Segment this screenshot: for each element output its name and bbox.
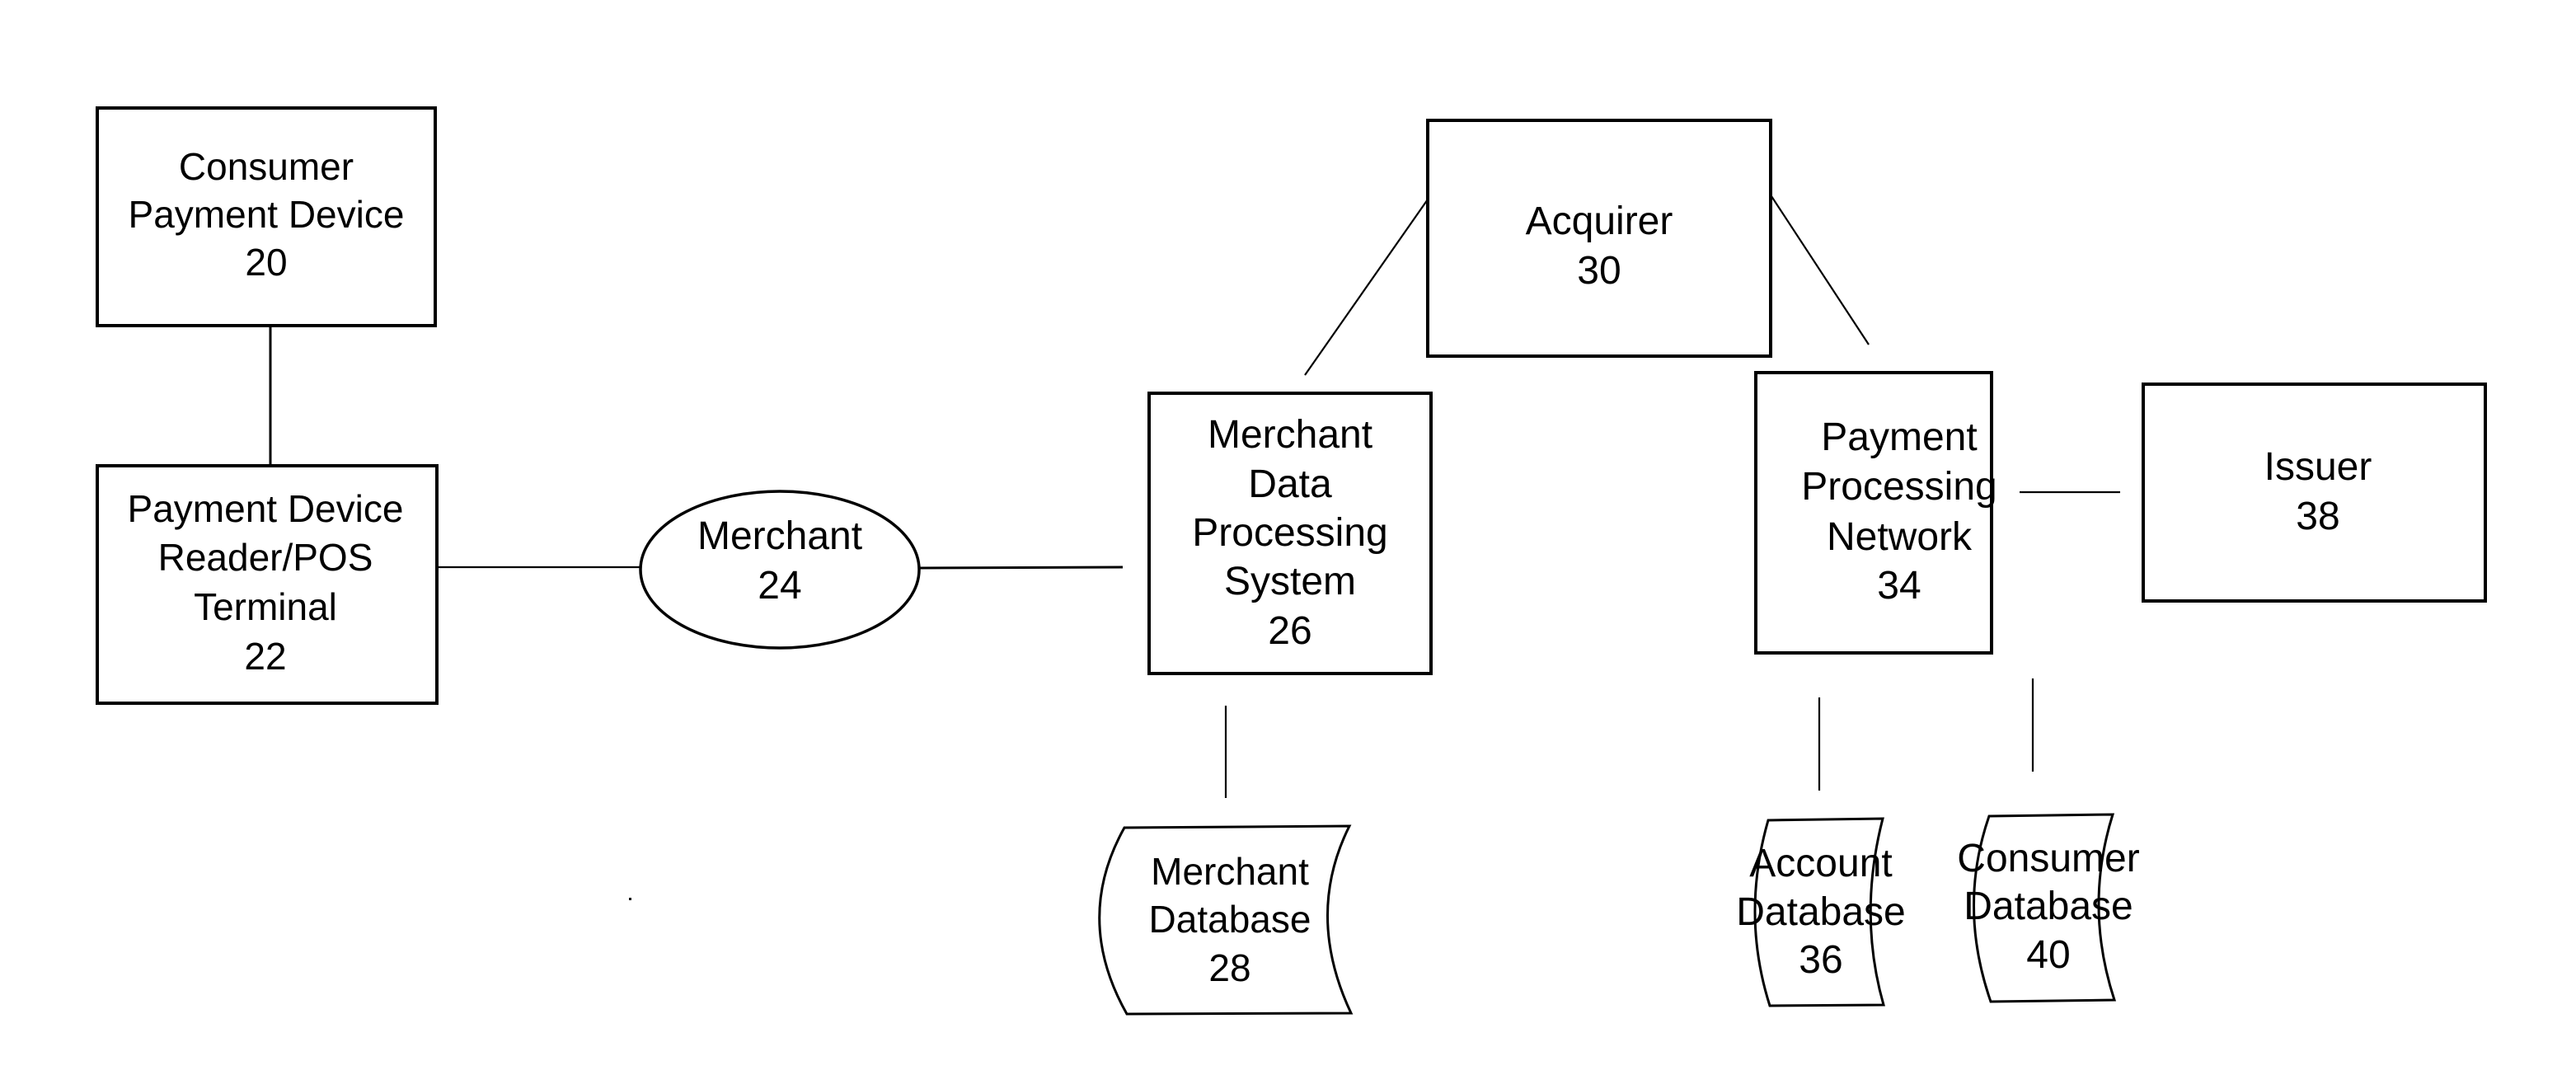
merchant-label: Merchant xyxy=(697,514,862,558)
merchant-database-label-line2: Database xyxy=(1149,898,1311,941)
merchant-data-processing-label-line4: System xyxy=(1224,560,1356,603)
node-consumer-database: Consumer Database 40 xyxy=(1957,813,2140,1003)
merchant-data-processing-label-line3: Processing xyxy=(1192,511,1387,555)
edge-merchant-data-processing-to-acquirer xyxy=(1304,196,1430,376)
pos-terminal-label-line3: Terminal xyxy=(194,585,337,628)
payment-processing-network-box xyxy=(1754,371,1993,655)
issuer-ref-number: 38 xyxy=(2296,495,2339,538)
pos-terminal-label-line2: Reader/POS xyxy=(158,536,373,579)
consumer-payment-device-label-line2: Payment Device xyxy=(129,193,405,236)
merchant-data-processing-label-line1: Merchant xyxy=(1208,413,1372,457)
pos-terminal-ref-number: 22 xyxy=(244,635,286,678)
payment-processing-network-label-line1: Payment xyxy=(1821,415,1977,459)
issuer-box xyxy=(2142,383,2487,603)
merchant-data-processing-ref-number: 26 xyxy=(1268,609,1311,653)
payment-system-diagram: Consumer Payment Device 20 Payment Devic… xyxy=(96,106,2487,1016)
node-pos-terminal: Payment Device Reader/POS Terminal 22 xyxy=(96,464,439,705)
merchant-data-processing-label-line2: Data xyxy=(1248,462,1332,506)
acquirer-ref-number: 30 xyxy=(1577,249,1621,293)
scan-artifact-dot xyxy=(629,898,631,900)
node-merchant-database: Merchant Database 28 xyxy=(1098,824,1354,1016)
node-issuer: Issuer 38 xyxy=(2142,383,2487,603)
payment-processing-network-label-line3: Network xyxy=(1827,515,1973,559)
account-database-label-line2: Database xyxy=(1736,890,1905,934)
node-payment-processing-network: Payment Processing Network 34 xyxy=(1754,371,1997,655)
consumer-database-label-line1: Consumer xyxy=(1957,837,2139,880)
node-merchant-data-processing-system: Merchant Data Processing System 26 xyxy=(1147,392,1433,675)
merchant-ref-number: 24 xyxy=(758,564,801,608)
payment-processing-network-label-line2: Processing xyxy=(1801,465,1997,509)
account-database-ref-number: 36 xyxy=(1799,938,1842,982)
consumer-database-label-line2: Database xyxy=(1964,885,2133,928)
merchant-database-label-line1: Merchant xyxy=(1151,850,1309,893)
node-acquirer: Acquirer 30 xyxy=(1426,119,1772,358)
node-merchant: Merchant 24 xyxy=(639,490,921,650)
consumer-payment-device-ref-number: 20 xyxy=(245,241,287,284)
merchant-database-ref-number: 28 xyxy=(1208,946,1250,989)
acquirer-label: Acquirer xyxy=(1526,199,1673,243)
account-database-label-line1: Account xyxy=(1749,842,1892,885)
edge-merchant-to-merchant-data-processing xyxy=(919,566,1124,570)
node-consumer-payment-device: Consumer Payment Device 20 xyxy=(96,106,437,327)
pos-terminal-label-line1: Payment Device xyxy=(128,487,404,530)
payment-processing-network-ref-number: 34 xyxy=(1877,564,1921,608)
consumer-payment-device-label-line1: Consumer xyxy=(179,145,354,188)
node-account-database: Account Database 36 xyxy=(1736,817,1906,1007)
consumer-database-ref-number: 40 xyxy=(2026,933,2070,977)
issuer-label: Issuer xyxy=(2264,445,2372,489)
edge-acquirer-to-payment-processing-network xyxy=(1769,193,1870,345)
